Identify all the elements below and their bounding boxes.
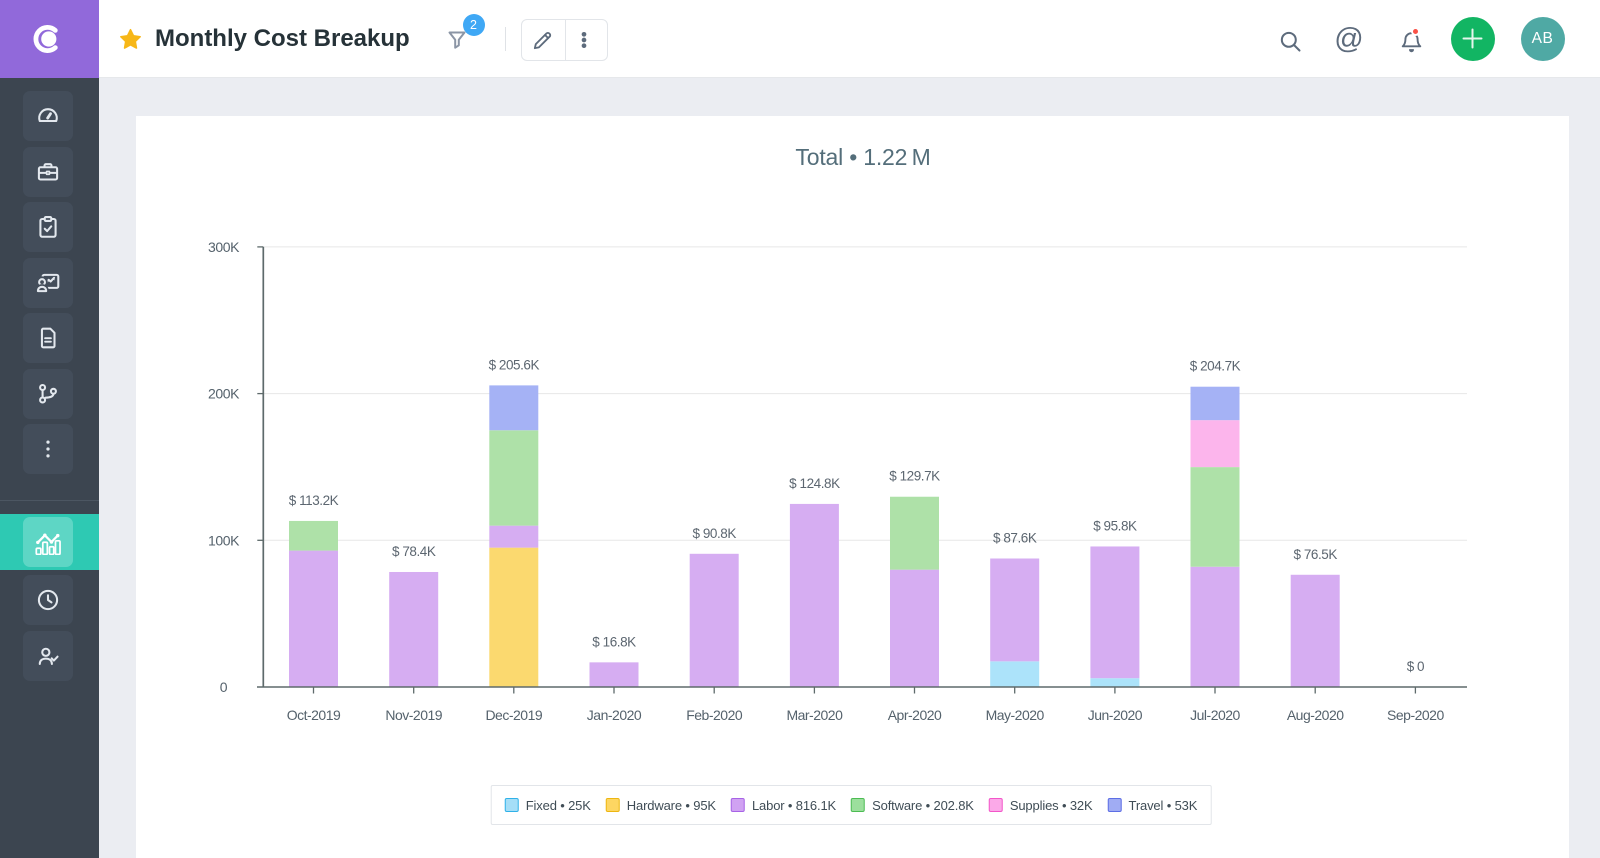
svg-text:Jul-2020: Jul-2020 (1190, 707, 1240, 723)
svg-text:Feb-2020: Feb-2020 (686, 707, 743, 723)
svg-text:Oct-2019: Oct-2019 (287, 707, 341, 723)
svg-text:Aug-2020: Aug-2020 (1287, 707, 1344, 723)
svg-text:Nov-2019: Nov-2019 (385, 707, 442, 723)
svg-text:$ 129.7K: $ 129.7K (889, 469, 940, 484)
svg-text:300K: 300K (208, 239, 240, 255)
svg-text:Apr-2020: Apr-2020 (888, 707, 942, 723)
svg-text:Jun-2020: Jun-2020 (1088, 707, 1143, 723)
svg-text:$ 204.7K: $ 204.7K (1190, 359, 1241, 374)
svg-text:$ 90.8K: $ 90.8K (693, 526, 737, 541)
svg-text:100K: 100K (208, 532, 240, 548)
svg-text:$ 124.8K: $ 124.8K (789, 476, 840, 491)
svg-text:May-2020: May-2020 (986, 707, 1045, 723)
svg-text:$ 76.5K: $ 76.5K (1294, 547, 1338, 562)
svg-text:$ 0: $ 0 (1407, 659, 1424, 674)
svg-text:Dec-2019: Dec-2019 (485, 707, 542, 723)
svg-text:Jan-2020: Jan-2020 (587, 707, 642, 723)
svg-text:Mar-2020: Mar-2020 (786, 707, 843, 723)
svg-text:0: 0 (220, 679, 228, 695)
svg-text:200K: 200K (208, 386, 240, 402)
svg-text:$ 113.2K: $ 113.2K (289, 493, 339, 508)
svg-text:$ 78.4K: $ 78.4K (392, 544, 436, 559)
svg-text:$ 16.8K: $ 16.8K (592, 634, 636, 649)
svg-text:$ 205.6K: $ 205.6K (489, 357, 540, 372)
svg-text:$ 95.8K: $ 95.8K (1093, 519, 1137, 534)
svg-text:$ 87.6K: $ 87.6K (993, 531, 1037, 546)
svg-text:Sep-2020: Sep-2020 (1387, 707, 1444, 723)
